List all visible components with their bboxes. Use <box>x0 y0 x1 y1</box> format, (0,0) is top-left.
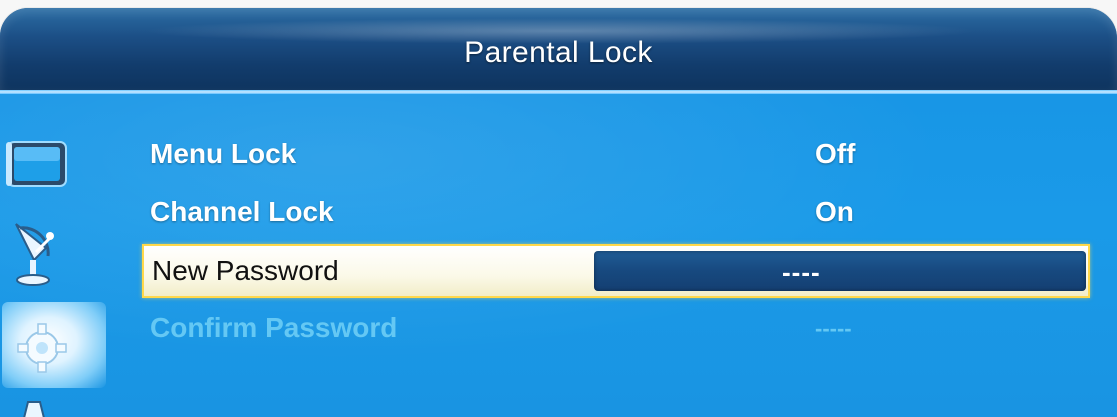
channel-lock-row[interactable]: Channel Lock On <box>140 188 1090 238</box>
satellite-icon[interactable] <box>6 218 68 286</box>
new-password-input[interactable]: ---- <box>594 251 1086 291</box>
parental-lock-window: Parental Lock Menu Lock Off Channel Lock… <box>0 8 1117 417</box>
menu-lock-label: Menu Lock <box>150 138 297 169</box>
channel-lock-label: Channel Lock <box>150 196 334 227</box>
page-title: Parental Lock <box>464 36 653 69</box>
menu-panel: Menu Lock Off Channel Lock On New Passwo… <box>0 94 1117 417</box>
title-bar: Parental Lock <box>0 8 1117 90</box>
setup-gear-icon[interactable] <box>2 302 106 388</box>
channel-lock-value[interactable]: On <box>815 196 854 228</box>
tv-icon[interactable] <box>6 134 68 196</box>
menu-lock-row[interactable]: Menu Lock Off <box>140 130 1090 180</box>
osd-screen: Parental Lock Menu Lock Off Channel Lock… <box>0 0 1117 417</box>
more-icon[interactable] <box>6 394 68 417</box>
menu-lock-value[interactable]: Off <box>815 138 855 170</box>
new-password-label: New Password <box>152 255 339 286</box>
new-password-row[interactable]: New Password ---- <box>142 244 1090 298</box>
confirm-password-label: Confirm Password <box>150 312 398 343</box>
confirm-password-row: Confirm Password ----- <box>140 304 1090 354</box>
confirm-password-value: ----- <box>815 316 852 341</box>
side-icon-column <box>0 94 110 417</box>
new-password-value: ---- <box>782 257 821 287</box>
